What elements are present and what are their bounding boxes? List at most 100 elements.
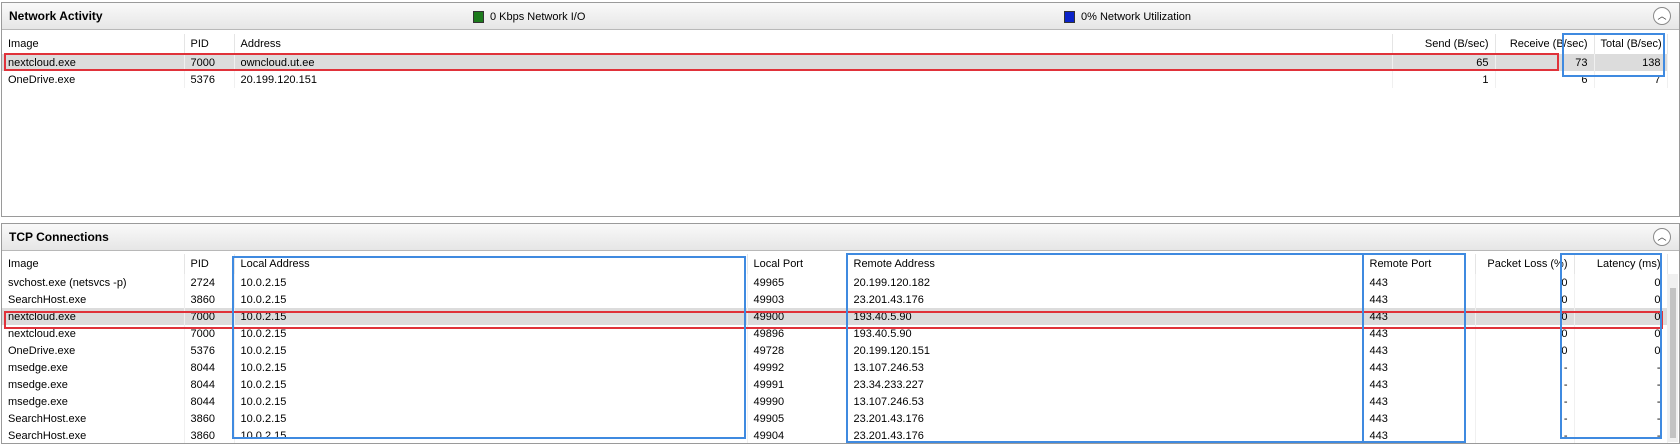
cell-local-port: 49991 xyxy=(747,376,848,393)
cell-local-port: 49905 xyxy=(747,410,848,427)
cell-pid: 5376 xyxy=(184,71,235,88)
col-header-packet-loss[interactable]: Packet Loss (%) xyxy=(1475,254,1575,274)
cell-latency: 0 xyxy=(1574,291,1668,308)
cell-local-address: 10.0.2.15 xyxy=(234,359,748,376)
cell-packet-loss: 0 xyxy=(1475,342,1575,359)
cell-image: SearchHost.exe xyxy=(2,291,185,308)
cell-remote-port: 443 xyxy=(1363,376,1476,393)
cell-remote-address: 23.34.233.227 xyxy=(847,376,1364,393)
cell-remote-address: 20.199.120.151 xyxy=(847,342,1364,359)
cell-latency: - xyxy=(1574,410,1668,427)
cell-remote-address: 193.40.5.90 xyxy=(847,308,1364,325)
cell-packet-loss: - xyxy=(1475,393,1575,410)
network-utilization-label: 0% Network Utilization xyxy=(1081,11,1192,23)
cell-remote-address: 23.201.43.176 xyxy=(847,410,1364,427)
network-utilization-legend: 0% Network Utilization xyxy=(1064,11,1191,23)
cell-latency: 0 xyxy=(1574,325,1668,342)
network-io-swatch xyxy=(473,11,484,23)
table-row[interactable]: svchost.exe (netsvcs -p) 2724 10.0.2.15 499… xyxy=(2,274,1668,291)
cell-latency: - xyxy=(1574,427,1668,443)
cell-receive: 73 xyxy=(1495,54,1595,71)
cell-total: 138 xyxy=(1594,54,1668,71)
cell-pid: 3860 xyxy=(184,291,235,308)
cell-image: nextcloud.exe xyxy=(2,54,185,71)
network-activity-table: Image PID Address Send (B/sec) Receive (… xyxy=(2,34,1668,88)
col-header-address[interactable]: Address xyxy=(234,34,1393,54)
cell-address: 20.199.120.151 xyxy=(234,71,1393,88)
col-header-remote-address[interactable]: Remote Address xyxy=(847,254,1364,274)
cell-remote-address: 13.107.246.53 xyxy=(847,393,1364,410)
col-header-pid[interactable]: PID xyxy=(184,254,235,274)
cell-local-address: 10.0.2.15 xyxy=(234,274,748,291)
col-header-send[interactable]: Send (B/sec) xyxy=(1392,34,1496,54)
cell-latency: 0 xyxy=(1574,342,1668,359)
network-activity-header[interactable]: Network Activity 0 Kbps Network I/O 0% N… xyxy=(2,3,1679,30)
collapse-chevron-up-icon[interactable]: ︿ xyxy=(1653,228,1671,246)
table-row[interactable]: OneDrive.exe 5376 20.199.120.151 1 6 7 xyxy=(2,71,1668,88)
cell-pid: 3860 xyxy=(184,427,235,443)
col-header-latency[interactable]: Latency (ms) xyxy=(1574,254,1668,274)
cell-latency: - xyxy=(1574,376,1668,393)
tcp-connections-title: TCP Connections xyxy=(9,230,109,244)
cell-pid: 2724 xyxy=(184,274,235,291)
cell-local-address: 10.0.2.15 xyxy=(234,410,748,427)
cell-total: 7 xyxy=(1594,71,1668,88)
cell-local-address: 10.0.2.15 xyxy=(234,308,748,325)
cell-local-address: 10.0.2.15 xyxy=(234,342,748,359)
table-row[interactable]: msedge.exe 8044 10.0.2.15 49992 13.107.246.5… xyxy=(2,359,1668,376)
network-activity-title: Network Activity xyxy=(9,9,103,23)
cell-latency: - xyxy=(1574,393,1668,410)
cell-image: nextcloud.exe xyxy=(2,325,185,342)
cell-remote-port: 443 xyxy=(1363,274,1476,291)
col-header-local-port[interactable]: Local Port xyxy=(747,254,848,274)
col-header-local-address[interactable]: Local Address xyxy=(234,254,748,274)
tcp-scrollbar-thumb[interactable] xyxy=(1670,288,1676,438)
cell-local-port: 49904 xyxy=(747,427,848,443)
cell-remote-port: 443 xyxy=(1363,410,1476,427)
col-header-image[interactable]: Image xyxy=(2,34,185,54)
collapse-chevron-up-icon[interactable]: ︿ xyxy=(1653,7,1671,25)
table-row[interactable]: nextcloud.exe 7000 owncloud.ut.ee 65 73 … xyxy=(2,54,1668,71)
col-header-image[interactable]: Image xyxy=(2,254,185,274)
table-row[interactable]: SearchHost.exe 3860 10.0.2.15 49903 23.201.4… xyxy=(2,291,1668,308)
cell-pid: 5376 xyxy=(184,342,235,359)
tcp-connections-header[interactable]: TCP Connections ︿ xyxy=(2,224,1679,251)
tcp-table-header: Image PID Local Address Local Port Remot… xyxy=(2,254,1668,274)
cell-local-port: 49900 xyxy=(747,308,848,325)
cell-local-port: 49728 xyxy=(747,342,848,359)
table-row[interactable]: nextcloud.exe 7000 10.0.2.15 49900 193.40.5.… xyxy=(2,308,1668,325)
table-row[interactable]: nextcloud.exe 7000 10.0.2.15 49896 193.40.5.… xyxy=(2,325,1668,342)
cell-pid: 7000 xyxy=(184,308,235,325)
table-row[interactable]: msedge.exe 8044 10.0.2.15 49991 23.34.233.22… xyxy=(2,376,1668,393)
col-header-pid[interactable]: PID xyxy=(184,34,235,54)
cell-remote-address: 23.201.43.176 xyxy=(847,427,1364,443)
table-row[interactable]: SearchHost.exe 3860 10.0.2.15 49904 23.201.4… xyxy=(2,427,1668,443)
cell-address: owncloud.ut.ee xyxy=(234,54,1393,71)
cell-image: svchost.exe (netsvcs -p) xyxy=(2,274,185,291)
cell-remote-port: 443 xyxy=(1363,393,1476,410)
col-header-remote-port[interactable]: Remote Port xyxy=(1363,254,1476,274)
cell-image: msedge.exe xyxy=(2,359,185,376)
table-row[interactable]: msedge.exe 8044 10.0.2.15 49990 13.107.246.5… xyxy=(2,393,1668,410)
cell-image: SearchHost.exe xyxy=(2,427,185,443)
cell-image: msedge.exe xyxy=(2,393,185,410)
cell-packet-loss: 0 xyxy=(1475,274,1575,291)
cell-local-address: 10.0.2.15 xyxy=(234,427,748,443)
cell-remote-address: 23.201.43.176 xyxy=(847,291,1364,308)
cell-latency: 0 xyxy=(1574,274,1668,291)
cell-remote-address: 20.199.120.182 xyxy=(847,274,1364,291)
table-row[interactable]: SearchHost.exe 3860 10.0.2.15 49905 23.201.4… xyxy=(2,410,1668,427)
cell-latency: - xyxy=(1574,359,1668,376)
cell-local-port: 49903 xyxy=(747,291,848,308)
col-header-total[interactable]: Total (B/sec) xyxy=(1594,34,1668,54)
table-row[interactable]: OneDrive.exe 5376 10.0.2.15 49728 20.199.120… xyxy=(2,342,1668,359)
col-header-receive[interactable]: Receive (B/sec) xyxy=(1495,34,1595,54)
cell-pid: 3860 xyxy=(184,410,235,427)
cell-pid: 7000 xyxy=(184,325,235,342)
tcp-vertical-scrollbar[interactable] xyxy=(1668,274,1678,442)
cell-send: 1 xyxy=(1392,71,1496,88)
cell-packet-loss: 0 xyxy=(1475,308,1575,325)
cell-send: 65 xyxy=(1392,54,1496,71)
network-table-header: Image PID Address Send (B/sec) Receive (… xyxy=(2,34,1668,54)
cell-local-port: 49965 xyxy=(747,274,848,291)
